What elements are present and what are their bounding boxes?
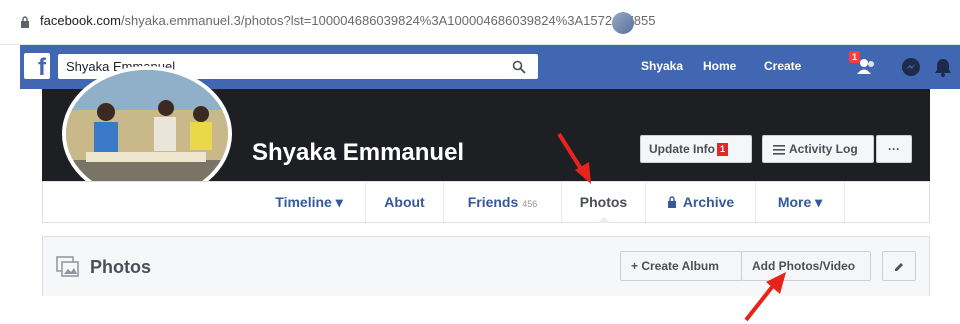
- notifications-bell-icon[interactable]: [932, 56, 954, 78]
- update-info-label: Update Info: [649, 142, 715, 156]
- facebook-logo[interactable]: f: [24, 53, 50, 81]
- annotation-arrow-add-photos: [744, 272, 786, 322]
- photos-section-title: Photos: [90, 257, 151, 277]
- update-info-badge: 1: [717, 143, 728, 157]
- more-options-button[interactable]: ···: [876, 135, 912, 163]
- nav-user-name[interactable]: Shyaka: [641, 59, 683, 73]
- create-album-button[interactable]: + Create Album: [620, 251, 742, 281]
- friends-count: 456: [522, 199, 538, 209]
- nav-create[interactable]: Create: [764, 59, 801, 73]
- friend-requests-badge: 1: [849, 51, 861, 63]
- update-info-button[interactable]: Update Info 1: [640, 135, 752, 163]
- tab-photos[interactable]: Photos: [561, 182, 645, 223]
- tab-friends-label: Friends: [467, 194, 519, 210]
- url-path: /shyaka.emmanuel.3/photos?lst=1000046860…: [120, 13, 656, 28]
- user-avatar[interactable]: [612, 12, 634, 34]
- pencil-icon: [895, 262, 903, 271]
- lock-icon: [667, 196, 676, 208]
- url-host: facebook.com: [40, 13, 121, 28]
- activity-log-label: Activity Log: [789, 142, 858, 156]
- photos-icon: [56, 256, 79, 277]
- profile-tabs: Timeline ▾ About Friends 456 Photos Archi…: [42, 181, 930, 223]
- profile-photo-scene: [66, 70, 228, 198]
- browser-address-bar[interactable]: facebook.com/shyaka.emmanuel.3/photos?ls…: [0, 0, 960, 45]
- tab-friends[interactable]: Friends 456: [443, 182, 561, 222]
- tab-about[interactable]: About: [365, 182, 443, 222]
- tab-archive-label: Archive: [682, 194, 735, 210]
- edit-button[interactable]: [882, 251, 916, 281]
- tab-timeline[interactable]: Timeline ▾: [253, 182, 365, 222]
- tab-more[interactable]: More ▾: [755, 182, 845, 222]
- tab-archive[interactable]: Archive: [645, 182, 755, 222]
- nav-home[interactable]: Home: [703, 59, 736, 73]
- search-icon[interactable]: [512, 60, 526, 74]
- list-icon: [773, 144, 785, 155]
- messenger-icon[interactable]: [900, 56, 922, 78]
- profile-name[interactable]: Shyaka Emmanuel: [252, 139, 464, 167]
- activity-log-button[interactable]: Activity Log: [762, 135, 874, 163]
- lock-icon: [21, 16, 29, 28]
- url-text[interactable]: facebook.com/shyaka.emmanuel.3/photos?ls…: [40, 13, 655, 28]
- annotation-arrow-photos-tab: [557, 132, 591, 184]
